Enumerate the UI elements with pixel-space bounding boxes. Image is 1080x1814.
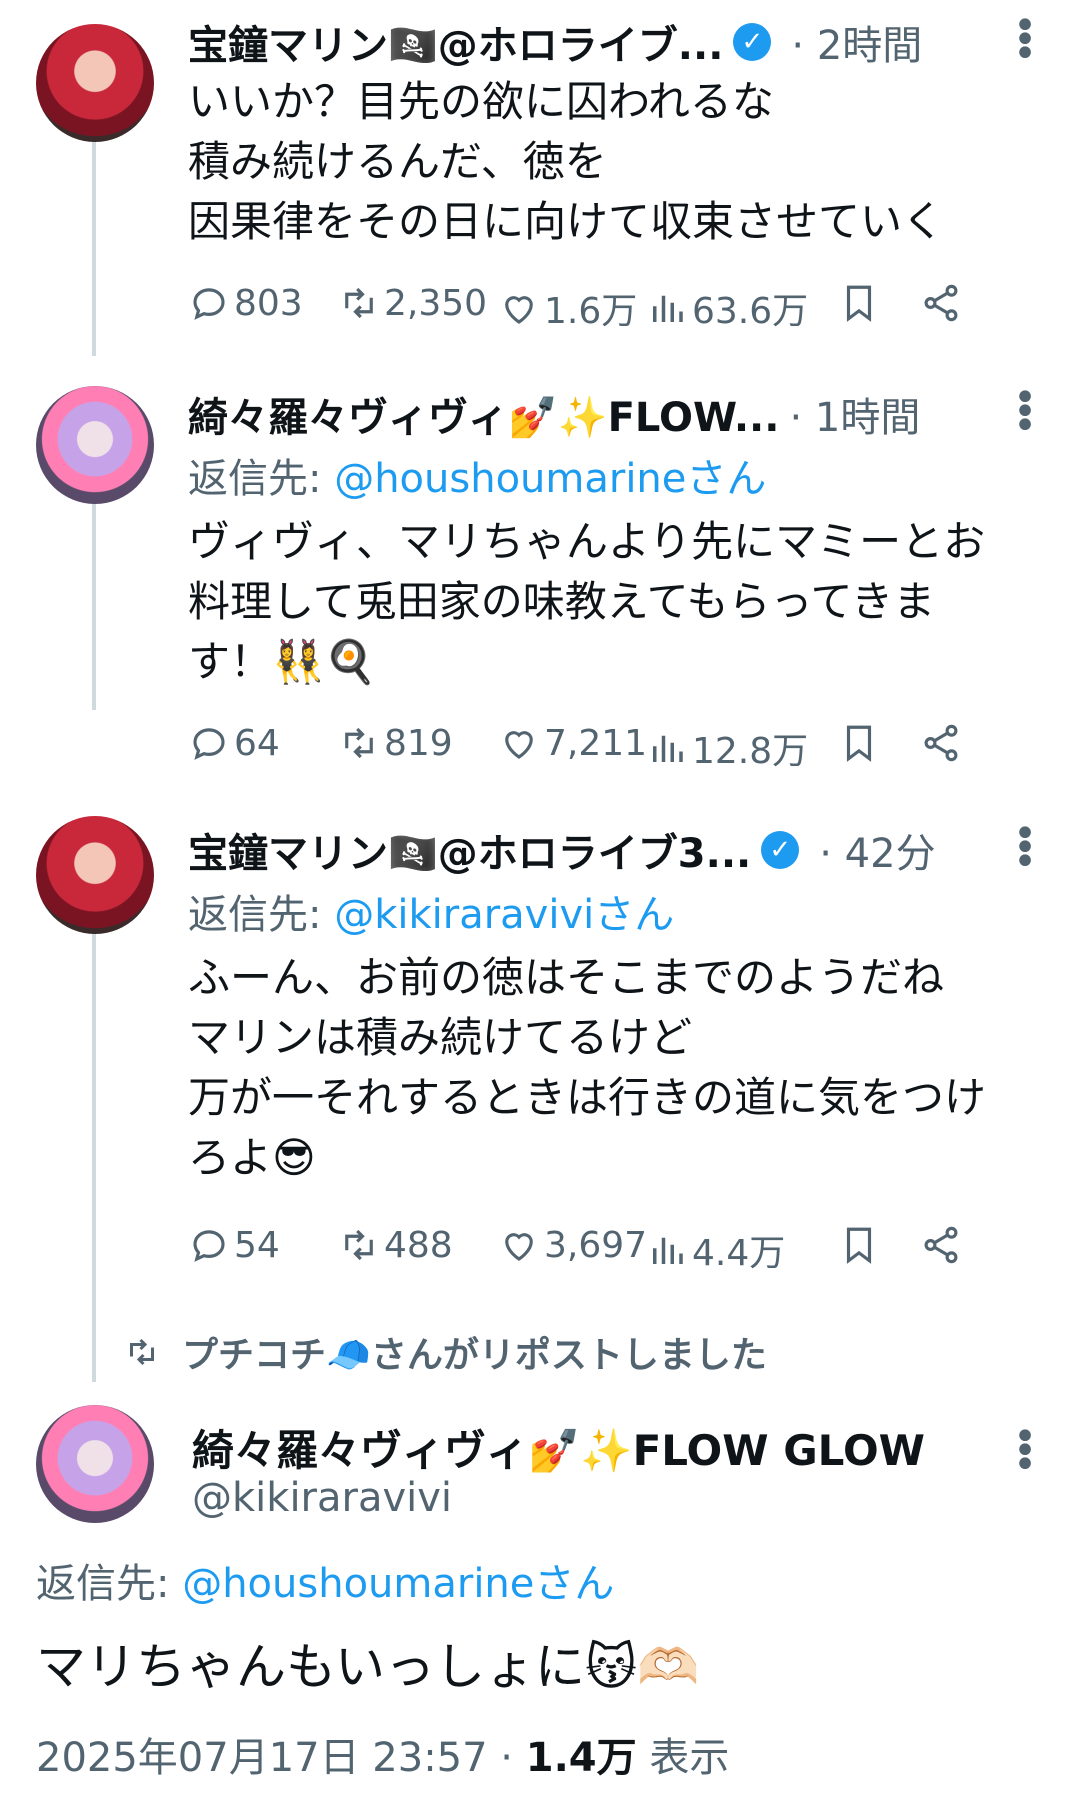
verified-badge-icon: ✓ xyxy=(761,831,800,869)
repost-icon xyxy=(345,727,373,759)
reply-icon xyxy=(193,288,225,320)
repost-button[interactable]: 819 xyxy=(338,722,453,764)
meta-separator: · xyxy=(487,1735,526,1781)
avatar[interactable] xyxy=(36,816,154,934)
avatar[interactable] xyxy=(36,386,154,504)
tweet-time[interactable]: · 2時間 xyxy=(791,13,922,71)
reply-count: 64 xyxy=(234,722,280,764)
bookmark-button[interactable] xyxy=(838,282,880,324)
more-vertical-icon[interactable]: • • • xyxy=(1010,378,1040,446)
share-button[interactable] xyxy=(920,722,962,764)
tweet-text: いいか？目先の欲に囚われるな 積み続けるんだ、徳を 因果律をその日に向けて収束さ… xyxy=(188,77,945,246)
repost-icon xyxy=(345,287,373,319)
reply-handle-link[interactable]: @kikiraraviviさん xyxy=(334,892,674,938)
thread-line xyxy=(92,128,96,356)
repost-button[interactable]: 488 xyxy=(338,1224,453,1266)
reply-count: 803 xyxy=(234,282,303,324)
view-count: 1.4万 xyxy=(525,1735,637,1781)
views-button[interactable]: 4.4万 xyxy=(646,1224,785,1276)
heart-icon xyxy=(505,296,533,324)
share-icon xyxy=(924,1226,958,1264)
repost-icon xyxy=(345,1229,373,1261)
tweet-datetime[interactable]: 2025年07月17日 23:57 xyxy=(36,1735,488,1781)
tweet-meta: 2025年07月17日 23:57 · 1.4万 表示 xyxy=(36,1725,729,1783)
bookmark-button[interactable] xyxy=(838,722,880,764)
reply-count: 54 xyxy=(234,1224,280,1266)
reply-to: 返信先: @houshoumarineさん xyxy=(188,456,767,502)
repost-banner-text: プチコチ🧢さんがリポストしました xyxy=(182,1335,767,1376)
author-name[interactable]: 宝鐘マリン🏴‍☠️@ホロライブ3... xyxy=(188,821,751,879)
views-chart-icon xyxy=(653,1237,683,1264)
bookmark-icon xyxy=(846,1227,872,1264)
views-button[interactable]: 63.6万 xyxy=(646,282,808,334)
repost-icon xyxy=(130,1338,154,1366)
repost-count: 819 xyxy=(384,722,453,764)
tweet-actions: 54 488 3,697 4.4万 xyxy=(188,1224,1040,1274)
repost-count: 488 xyxy=(384,1224,453,1266)
like-count: 1.6万 xyxy=(544,291,638,332)
tweet-actions: 803 2,350 1.6万 63.6万 xyxy=(188,282,1040,332)
tweet-actions: 64 819 7,211 12.8万 xyxy=(188,722,1040,772)
reply-icon xyxy=(193,1230,225,1262)
repost-count: 2,350 xyxy=(384,282,488,324)
reply-button[interactable]: 64 xyxy=(188,722,280,764)
like-button[interactable]: 7,211 xyxy=(498,722,647,764)
avatar[interactable] xyxy=(36,1405,154,1523)
reply-button[interactable]: 54 xyxy=(188,1224,280,1266)
author-handle[interactable]: @kikiraravivi xyxy=(192,1475,452,1521)
reply-icon xyxy=(193,728,225,760)
reply-to: 返信先: @kikiraraviviさん xyxy=(188,892,675,938)
views-label: 表示 xyxy=(636,1735,730,1781)
tweet-text: マリちゃんもいっしょに😽🫶🏻 xyxy=(36,1638,700,1696)
reply-handle-link[interactable]: @houshoumarineさん xyxy=(334,456,766,502)
heart-icon xyxy=(505,1233,533,1261)
heart-icon xyxy=(505,731,533,759)
share-icon xyxy=(924,724,958,762)
tweet-time[interactable]: · 42分 xyxy=(819,821,935,879)
views-chart-icon xyxy=(653,295,683,322)
repost-banner[interactable]: プチコチ🧢さんがリポストしました xyxy=(124,1326,767,1378)
avatar[interactable] xyxy=(36,24,154,142)
repost-button[interactable]: 2,350 xyxy=(338,282,487,324)
views-chart-icon xyxy=(653,735,683,762)
verified-badge-icon: ✓ xyxy=(733,23,772,61)
reply-button[interactable]: 803 xyxy=(188,282,303,324)
tweet-text: ふーん、お前の徳はそこまでのようだね マリンは積み続けてるけど 万が一それすると… xyxy=(188,953,987,1182)
like-button[interactable]: 3,697 xyxy=(498,1224,647,1266)
share-button[interactable] xyxy=(920,1224,962,1266)
reply-to: 返信先: @houshoumarineさん xyxy=(36,1561,615,1607)
bookmark-icon xyxy=(846,725,872,762)
more-vertical-icon[interactable]: • • • xyxy=(1010,814,1040,882)
more-vertical-icon[interactable]: • • • xyxy=(1010,6,1040,74)
like-count: 3,697 xyxy=(544,1224,648,1266)
more-vertical-icon[interactable]: • • • xyxy=(1010,1417,1040,1485)
view-count: 12.8万 xyxy=(692,731,809,772)
like-count: 7,211 xyxy=(544,722,648,764)
like-button[interactable]: 1.6万 xyxy=(498,282,637,334)
tweet-time[interactable]: · 1時間 xyxy=(789,385,920,443)
share-button[interactable] xyxy=(920,282,962,324)
share-icon xyxy=(924,284,958,322)
bookmark-button[interactable] xyxy=(838,1224,880,1266)
view-count: 4.4万 xyxy=(692,1233,786,1274)
views-button[interactable]: 12.8万 xyxy=(646,722,808,774)
reply-handle-link[interactable]: @houshoumarineさん xyxy=(182,1561,614,1607)
author-name[interactable]: 綺々羅々ヴィヴィ💅✨FLOW GLOW xyxy=(192,1417,925,1478)
tweet-text: ヴィヴィ、マリちゃんより先にマミーとお 料理して兎田家の味教えてもらってきま す… xyxy=(188,517,986,686)
author-name[interactable]: 綺々羅々ヴィヴィ💅✨FLOW... xyxy=(188,385,779,443)
author-name[interactable]: 宝鐘マリン🏴‍☠️@ホロライブ... xyxy=(188,13,723,71)
view-count: 63.6万 xyxy=(692,291,809,332)
bookmark-icon xyxy=(846,285,872,322)
